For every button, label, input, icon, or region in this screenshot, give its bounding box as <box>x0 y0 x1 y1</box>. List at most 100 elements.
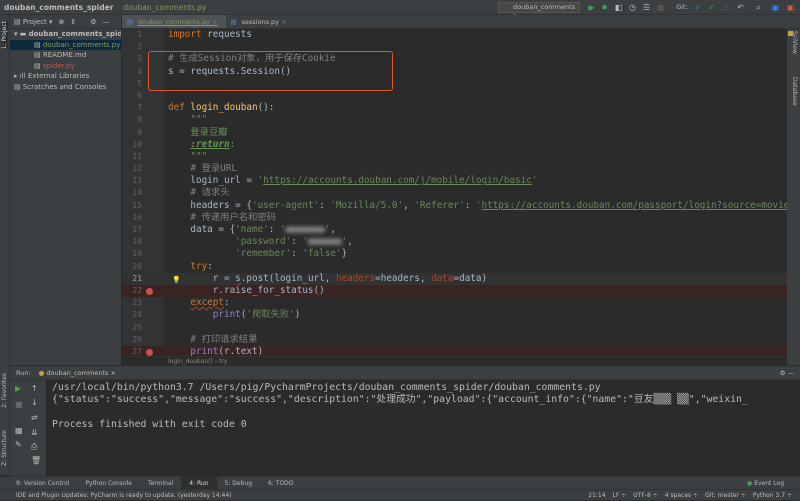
plugin-icon[interactable]: ▣ <box>771 3 780 12</box>
build-icon[interactable]: ☰ <box>642 3 651 12</box>
stop-icon[interactable]: ■ <box>15 400 23 409</box>
code-line[interactable]: 11 """ <box>122 151 787 163</box>
code-line[interactable]: 20 try: <box>122 261 787 273</box>
pin-icon[interactable]: ✎ <box>15 440 22 449</box>
code-line[interactable]: 8 """ <box>122 114 787 126</box>
status-item[interactable]: 21:14 <box>588 490 605 501</box>
tab-sessions-py[interactable]: ▤ sessions.py × <box>226 15 295 28</box>
collapse-icon[interactable]: ⇕ <box>70 18 76 26</box>
status-message[interactable]: IDE and Plugin Updates: PyCharm is ready… <box>16 492 232 499</box>
tree-item[interactable]: ▤ Scratches and Consoles <box>10 82 121 93</box>
locate-icon[interactable]: ⊕ <box>59 18 65 26</box>
tool-tab[interactable]: 4: Run <box>181 476 217 490</box>
breadcrumb-project[interactable]: douban_comments_spider <box>4 3 113 12</box>
layout-icon[interactable]: ▦ <box>15 426 23 435</box>
run-console-output[interactable]: /usr/local/bin/python3.7 /Users/pig/Pych… <box>46 380 800 476</box>
code-line[interactable]: 17 data = {'name': '■■■■■■■', <box>122 224 787 236</box>
stop-icon[interactable]: ■ <box>656 3 665 12</box>
status-item[interactable]: Python 3.7 ÷ <box>753 490 792 501</box>
code-line[interactable]: 6 <box>122 90 787 102</box>
rerun-icon[interactable]: ▶ <box>15 384 21 393</box>
line-number: 23 <box>132 298 142 308</box>
tree-item-label: README.md <box>42 51 87 59</box>
line-number: 16 <box>132 212 142 222</box>
git-commit-icon[interactable]: ✓ <box>707 3 716 12</box>
hide-icon[interactable]: — <box>103 18 110 26</box>
scroll-end-icon[interactable]: ⇊ <box>31 428 38 437</box>
tool-tab[interactable]: 6: TODO <box>260 477 301 490</box>
project-tool-button[interactable]: 1: Project <box>1 21 8 50</box>
tree-item[interactable]: ▤ README.md <box>10 50 121 61</box>
code-breadcrumb[interactable]: login_douban() › try <box>122 356 787 365</box>
tool-tab[interactable]: Terminal <box>140 477 181 490</box>
code-token: requests <box>201 29 252 40</box>
close-icon[interactable]: × <box>279 18 286 26</box>
line-number: 24 <box>132 310 142 320</box>
code-line[interactable]: 22 r.raise_for_status() <box>122 284 787 298</box>
code-line[interactable]: 13 login_url = 'https://accounts.douban.… <box>122 175 787 187</box>
line-number: 15 <box>132 200 142 210</box>
code-token: """ <box>168 114 208 126</box>
tool-tab[interactable]: Python Console <box>77 477 140 490</box>
soft-wrap-icon[interactable]: ⇌ <box>31 413 38 422</box>
gear-icon[interactable]: ⚙ <box>90 18 96 26</box>
favorites-tool-button[interactable]: 2: Favorites <box>1 373 8 408</box>
tab-douban_comments-py[interactable]: ▤ douban_comments.py × <box>122 15 226 28</box>
plugin-icon-2[interactable]: ▣ <box>786 3 795 12</box>
code-line[interactable]: 16 # 传递用户名和密码 <box>122 212 787 224</box>
code-line[interactable]: 12 # 登录URL <box>122 163 787 175</box>
status-item[interactable]: UTF-8 ÷ <box>633 490 657 501</box>
settings-icon[interactable]: ⚙ — <box>780 369 794 377</box>
code-line[interactable]: 18 'password': '■■■■■■', <box>122 236 787 248</box>
up-icon[interactable]: ↑ <box>31 384 38 393</box>
tool-tab[interactable]: 5: Debug <box>217 477 260 490</box>
debug-icon[interactable]: ✹ <box>600 3 609 12</box>
close-icon[interactable]: × <box>210 18 217 26</box>
status-item[interactable]: Git: master ÷ <box>705 490 746 501</box>
code-line[interactable]: 14 # 请求头 <box>122 187 787 199</box>
profile-icon[interactable]: ◷ <box>628 3 637 12</box>
sciview-tool-button[interactable]: SciView <box>791 31 798 54</box>
breakpoint-icon[interactable] <box>146 348 153 356</box>
coverage-icon[interactable]: ◧ <box>614 3 623 12</box>
code-line[interactable]: 7 def login_douban(): <box>122 102 787 114</box>
code-line[interactable]: 26 # 打印请求结果 <box>122 334 787 346</box>
code-line[interactable]: 23 except: <box>122 297 787 309</box>
tree-item[interactable]: ▤ spider.py <box>10 61 121 72</box>
status-item[interactable]: 4 spaces ÷ <box>665 490 698 501</box>
code-token: r = <box>168 272 236 284</box>
code-token: 登录豆瓣 <box>168 126 228 138</box>
code-token: # 传递用户名和密码 <box>168 211 276 223</box>
run-icon[interactable]: ▶ <box>587 3 596 12</box>
project-view-select[interactable]: ▤ Project ▾ <box>14 18 53 26</box>
database-tool-button[interactable]: Database <box>791 77 798 106</box>
line-number: 18 <box>132 237 142 247</box>
tree-item[interactable]: ▸ ıll External Libraries <box>10 71 121 82</box>
breadcrumb-file[interactable]: douban_comments.py <box>123 3 206 12</box>
run-config-select[interactable]: douban_comments ▾ <box>498 2 580 20</box>
down-icon[interactable]: ↓ <box>31 398 38 407</box>
code-line[interactable]: 15 headers = {'user-agent': 'Mozilla/5.0… <box>122 200 787 212</box>
run-tab[interactable]: ● douban_comments × <box>39 369 116 377</box>
breakpoint-icon[interactable] <box>146 287 153 295</box>
search-icon[interactable]: ⌕ <box>754 3 763 12</box>
code-line[interactable]: 1 import requests <box>122 29 787 41</box>
git-update-icon[interactable]: ✓ <box>693 3 702 12</box>
event-log-button[interactable]: ● Event Log <box>747 480 784 487</box>
code-token: ' <box>531 175 538 187</box>
code-line[interactable]: 21 💡 r = s.post(login_url, headers=header… <box>122 272 787 285</box>
code-line[interactable]: 10 :return: <box>122 139 787 151</box>
revert-icon[interactable]: ↶ <box>736 3 745 12</box>
tool-tab[interactable]: 9: Version Control <box>8 477 77 490</box>
trash-icon[interactable]: 🗑 <box>31 456 41 465</box>
structure-tool-button[interactable]: Z: Structure <box>1 430 8 466</box>
git-history-icon[interactable]: ◷ <box>721 3 730 12</box>
print-icon[interactable]: ⎙ <box>31 442 37 452</box>
status-item[interactable]: LF ÷ <box>613 490 627 501</box>
code-line[interactable]: 9 登录豆瓣 <box>122 127 787 139</box>
code-line[interactable]: 19 'remember': 'false'} <box>122 248 787 260</box>
code-line[interactable]: 24 print('爬取失败') <box>122 309 787 321</box>
tree-item[interactable]: ▤ douban_comments.py <box>10 39 121 50</box>
code-line[interactable]: 25 <box>122 322 787 334</box>
tree-item[interactable]: ▾ ▬ douban_comments_spide <box>10 29 121 40</box>
